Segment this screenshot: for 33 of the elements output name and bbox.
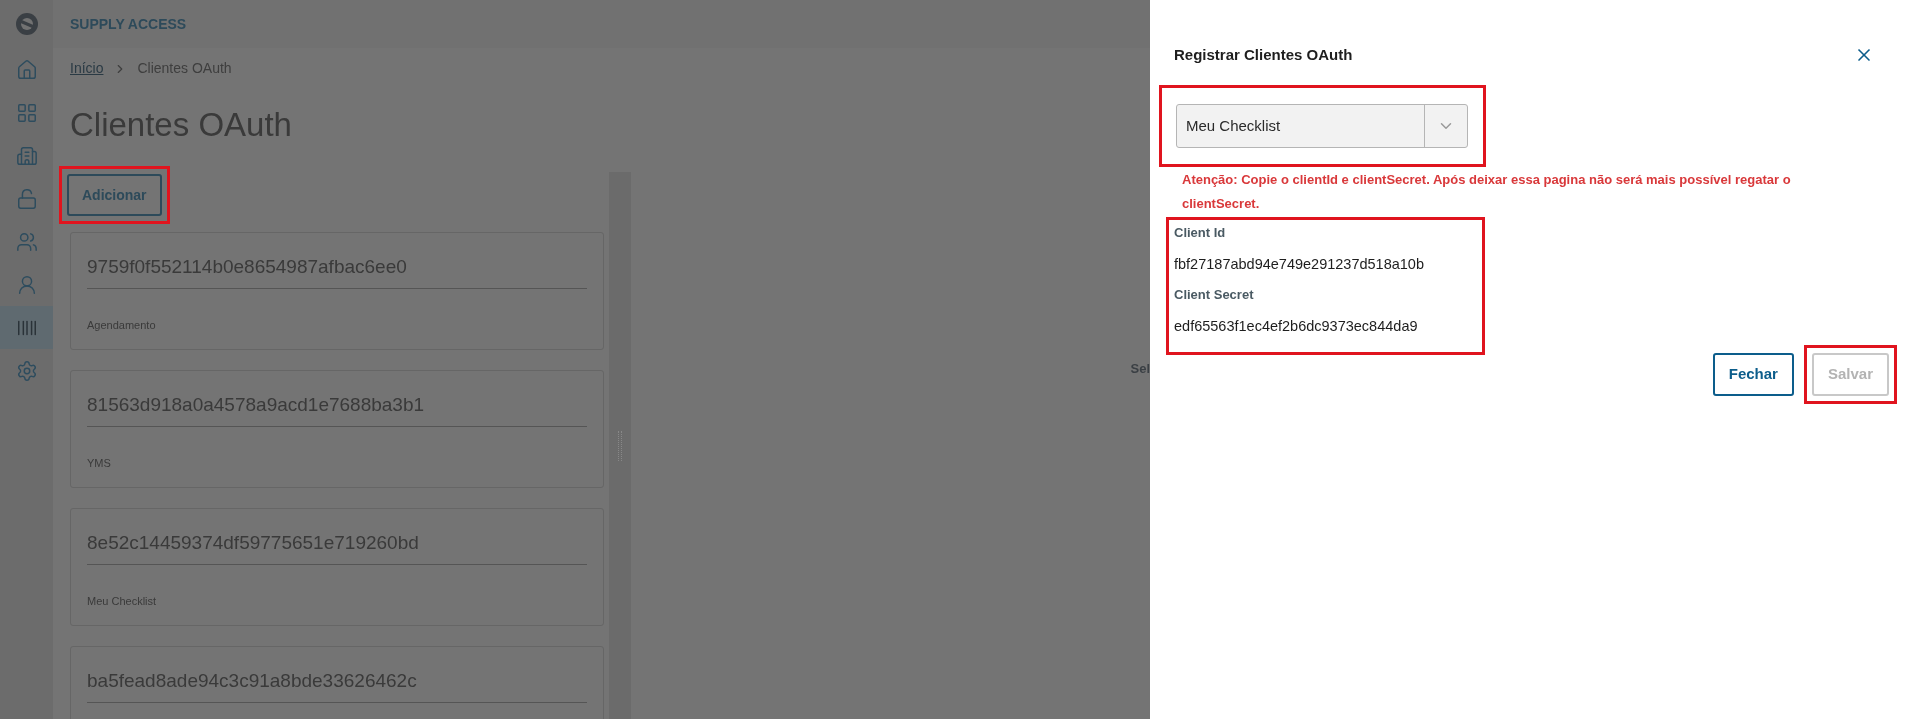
client-id: 8e52c14459374df59775651e719260bd xyxy=(87,529,587,565)
client-name: Agendamento xyxy=(87,317,157,333)
client-id: 9759f0f552114b0e8654987afbac6ee0 xyxy=(87,253,587,289)
field-value: edf65563f1ec4ef2b6dc9373ec844da9 xyxy=(1174,317,1418,336)
field-label: Client Id xyxy=(1174,224,1226,242)
logo-icon xyxy=(14,12,39,36)
users-icon xyxy=(15,230,38,253)
page-title: Clientes OAuth xyxy=(70,105,292,145)
client-card[interactable]: 81563d918a0a4578a9acd1e7688ba3b1 YMS xyxy=(70,370,604,488)
close-dialog-button[interactable]: Fechar xyxy=(1712,353,1794,396)
sidebar-item[interactable] xyxy=(0,306,53,349)
app-title: SUPPLY ACCESS xyxy=(70,14,187,34)
field-value: fbf27187abd94e749e291237d518a10b xyxy=(1174,255,1424,274)
client-id: ba5fead8ade94c3c91a8bde33626462c xyxy=(87,667,587,703)
splitter[interactable] xyxy=(609,172,631,719)
client-select[interactable]: Meu Checklist xyxy=(1176,104,1468,148)
warning-message: Atenção: Copie o clientId e clientSecret. Após deixar essa pagina não será mais possível regatar o clientSecret. xyxy=(1182,171,1792,213)
placeholder-text: Sel xyxy=(1130,360,1150,378)
client-card[interactable]: 8e52c14459374df59775651e719260bd Meu Checklist xyxy=(70,508,604,626)
client-name: YMS xyxy=(87,455,112,471)
client-id: 81563d918a0a4578a9acd1e7688ba3b1 xyxy=(87,391,587,427)
client-card[interactable]: ba5fead8ade94c3c91a8bde33626462c xyxy=(70,646,604,719)
dialog-title: Registrar Clientes OAuth xyxy=(1174,44,1353,65)
client-name: Meu Checklist xyxy=(87,593,158,609)
field-label: Client Secret xyxy=(1174,286,1254,304)
add-button[interactable]: Adicionar xyxy=(67,174,162,216)
building-icon xyxy=(15,144,38,167)
breadcrumb-link[interactable]: Início xyxy=(70,58,104,79)
unlocked-padlock-icon xyxy=(15,187,38,210)
home-icon xyxy=(15,58,38,81)
grid-icon xyxy=(15,101,38,124)
settings-icon xyxy=(15,359,38,382)
client-card[interactable]: 9759f0f552114b0e8654987afbac6ee0 Agendamento xyxy=(70,232,604,350)
